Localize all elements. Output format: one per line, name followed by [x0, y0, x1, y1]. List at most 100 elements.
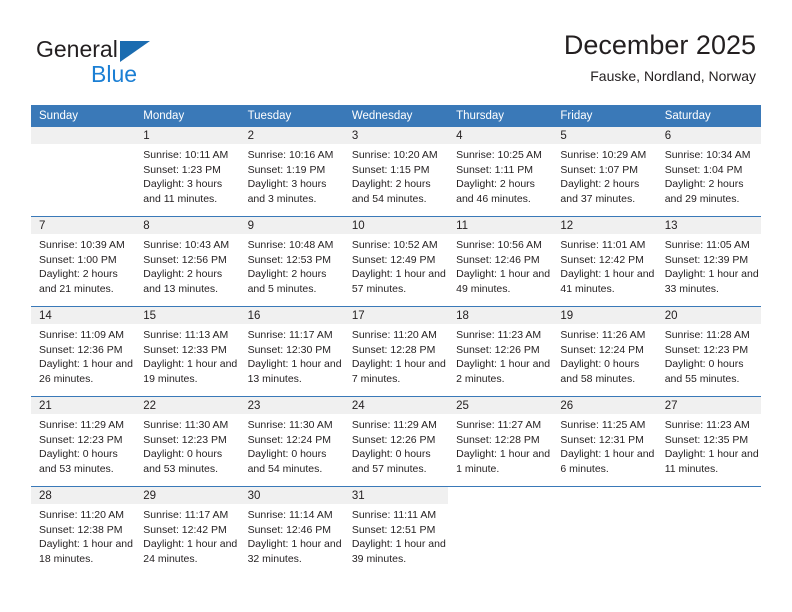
calendar-day-cell[interactable]: 2 Sunrise: 10:16 AM Sunset: 1:19 PM Dayligh…	[239, 127, 344, 217]
day-number	[448, 487, 553, 504]
day-number: 4	[448, 127, 553, 144]
calendar-day-cell[interactable]: 7 Sunrise: 10:39 AM Sunset: 1:00 PM Dayligh…	[31, 216, 136, 307]
day-detail-line: Sunrise: 11:17 AM	[247, 329, 333, 341]
day-detail-line: Sunset: 1:07 PM	[560, 163, 639, 176]
day-number: 1	[135, 127, 240, 144]
day-number: 10	[343, 217, 449, 234]
day-detail-line: Sunset: 12:23 PM	[664, 343, 749, 356]
day-detail-line: Daylight: 1 hour and	[456, 268, 551, 281]
day-cell-inner: 7 Sunrise: 10:39 AM Sunset: 1:00 PM Dayligh…	[31, 217, 136, 306]
day-cell-inner: 19 Sunrise: 11:26 AM Sunset: 12:24 PM Dayli…	[552, 307, 657, 396]
calendar-day-cell[interactable]	[656, 486, 761, 576]
day-detail-line: Sunset: 12:24 PM	[560, 343, 644, 356]
day-cell-inner: 15 Sunrise: 11:13 AM Sunset: 12:33 PM Dayli…	[135, 307, 240, 396]
weekday-header-thursday: Thursday	[448, 105, 553, 127]
day-details: Sunrise: 11:01 AM Sunset: 12:42 PM Dayligh…	[552, 234, 656, 296]
calendar-day-cell[interactable]: 9 Sunrise: 10:48 AM Sunset: 12:53 PM Daylig…	[239, 216, 344, 307]
day-details: Sunrise: 10:56 AM Sunset: 12:46 PM Dayligh…	[448, 234, 552, 296]
day-detail-line: and 57 minutes.	[351, 462, 427, 475]
calendar-day-cell[interactable]: 14 Sunrise: 11:09 AM Sunset: 12:36 PM Dayli…	[31, 306, 136, 397]
calendar-week-row: 14 Sunrise: 11:09 AM Sunset: 12:36 PM Dayli…	[31, 306, 761, 397]
day-details: Sunrise: 10:11 AM Sunset: 1:23 PM Daylight…	[135, 144, 239, 206]
calendar-day-cell[interactable]: 31 Sunrise: 11:11 AM Sunset: 12:51 PM Dayli…	[343, 486, 449, 576]
day-detail-line: Daylight: 1 hour and	[456, 358, 551, 371]
day-number: 18	[448, 307, 553, 324]
day-number: 2	[239, 127, 344, 144]
calendar-day-cell[interactable]: 25 Sunrise: 11:27 AM Sunset: 12:28 PM Dayli…	[448, 396, 553, 487]
day-number	[656, 487, 761, 504]
day-detail-line: 6 minutes.	[560, 462, 609, 475]
day-number: 16	[239, 307, 344, 324]
calendar-day-cell[interactable]: 5 Sunrise: 10:29 AM Sunset: 1:07 PM Dayligh…	[552, 127, 657, 217]
day-cell-inner: 1 Sunrise: 10:11 AM Sunset: 1:23 PM Dayligh…	[135, 127, 240, 216]
calendar-day-cell[interactable]: 21 Sunrise: 11:29 AM Sunset: 12:23 PM Dayli…	[31, 396, 136, 487]
calendar-day-cell[interactable]: 29 Sunrise: 11:17 AM Sunset: 12:42 PM Dayli…	[135, 486, 240, 576]
day-detail-line: Sunrise: 11:26 AM	[560, 329, 646, 341]
calendar-day-cell[interactable]: 6 Sunrise: 10:34 AM Sunset: 1:04 PM Dayligh…	[656, 127, 761, 217]
calendar-day-cell[interactable]: 1 Sunrise: 10:11 AM Sunset: 1:23 PM Dayligh…	[135, 127, 240, 217]
day-detail-line: 26 minutes.	[39, 372, 94, 385]
day-detail-line: and 11 minutes.	[143, 192, 218, 205]
day-detail-line: Sunrise: 11:01 AM	[560, 239, 646, 251]
day-detail-line: Sunrise: 11:25 AM	[560, 419, 646, 431]
calendar-day-cell[interactable]	[448, 486, 553, 576]
weekday-header-sunday: Sunday	[31, 105, 136, 127]
day-detail-line: Sunset: 12:42 PM	[143, 523, 227, 536]
calendar-day-cell[interactable]: 12 Sunrise: 11:01 AM Sunset: 12:42 PM Dayli…	[552, 216, 657, 307]
day-details: Sunrise: 11:09 AM Sunset: 12:36 PM Dayligh…	[31, 324, 135, 386]
day-number: 11	[448, 217, 553, 234]
day-cell-inner: 25 Sunrise: 11:27 AM Sunset: 12:28 PM Dayli…	[448, 397, 553, 486]
calendar-day-cell[interactable]: 17 Sunrise: 11:20 AM Sunset: 12:28 PM Dayli…	[343, 306, 449, 397]
calendar-day-cell[interactable]: 16 Sunrise: 11:17 AM Sunset: 12:30 PM Dayli…	[239, 306, 344, 397]
day-detail-line: Sunset: 1:19 PM	[247, 163, 326, 176]
calendar-day-cell[interactable]: 10 Sunrise: 10:52 AM Sunset: 12:49 PM Dayli…	[343, 216, 449, 307]
day-details: Sunrise: 11:17 AM Sunset: 12:30 PM Dayligh…	[240, 324, 344, 386]
calendar-week-row: 7 Sunrise: 10:39 AM Sunset: 1:00 PM Dayligh…	[31, 216, 761, 307]
calendar-day-cell[interactable]: 3 Sunrise: 10:20 AM Sunset: 1:15 PM Dayligh…	[343, 127, 449, 217]
calendar-week-row: 21 Sunrise: 11:29 AM Sunset: 12:23 PM Dayli…	[31, 396, 761, 487]
day-number: 9	[239, 217, 344, 234]
calendar-day-cell[interactable]	[31, 127, 136, 217]
calendar-day-cell[interactable]: 8 Sunrise: 10:43 AM Sunset: 12:56 PM Daylig…	[135, 216, 240, 307]
calendar-day-cell[interactable]: 20 Sunrise: 11:28 AM Sunset: 12:23 PM Dayli…	[656, 306, 761, 397]
calendar-day-cell[interactable]: 26 Sunrise: 11:25 AM Sunset: 12:31 PM Dayli…	[552, 396, 657, 487]
calendar-day-cell[interactable]: 15 Sunrise: 11:13 AM Sunset: 12:33 PM Dayli…	[135, 306, 240, 397]
calendar-day-cell[interactable]: 18 Sunrise: 11:23 AM Sunset: 12:26 PM Dayli…	[448, 306, 553, 397]
logo-text-blue: Blue	[91, 61, 138, 87]
day-detail-line: 19 minutes.	[143, 372, 198, 385]
day-cell-inner: 27 Sunrise: 11:23 AM Sunset: 12:35 PM Dayli…	[656, 397, 761, 486]
day-detail-line: Sunset: 12:23 PM	[39, 433, 123, 446]
calendar-day-cell[interactable]: 13 Sunrise: 11:05 AM Sunset: 12:39 PM Dayli…	[656, 216, 761, 307]
calendar-day-cell[interactable]: 24 Sunrise: 11:29 AM Sunset: 12:26 PM Dayli…	[343, 396, 449, 487]
calendar-day-cell[interactable]: 23 Sunrise: 11:30 AM Sunset: 12:24 PM Dayli…	[239, 396, 344, 487]
day-details: Sunrise: 11:23 AM Sunset: 12:26 PM Dayligh…	[448, 324, 552, 386]
calendar-day-cell[interactable]: 19 Sunrise: 11:26 AM Sunset: 12:24 PM Dayli…	[552, 306, 657, 397]
day-detail-line: Sunset: 12:56 PM	[143, 253, 227, 266]
day-cell-inner: 29 Sunrise: 11:17 AM Sunset: 12:42 PM Dayli…	[135, 487, 240, 576]
day-number: 21	[31, 397, 136, 414]
calendar-day-cell[interactable]: 11 Sunrise: 10:56 AM Sunset: 12:46 PM Dayli…	[448, 216, 553, 307]
calendar-day-cell[interactable]: 28 Sunrise: 11:20 AM Sunset: 12:38 PM Dayli…	[31, 486, 136, 576]
day-number: 8	[135, 217, 240, 234]
calendar-day-cell[interactable]: 30 Sunrise: 11:14 AM Sunset: 12:46 PM Dayli…	[239, 486, 344, 576]
day-detail-line: Sunset: 1:11 PM	[456, 163, 533, 176]
day-number: 14	[31, 307, 136, 324]
day-detail-line: Sunset: 12:30 PM	[247, 343, 332, 356]
calendar-table: Sunday Monday Tuesday Wednesday Thursday…	[31, 105, 761, 576]
day-detail-line: Sunrise: 11:30 AM	[247, 419, 333, 431]
day-cell-inner: 17 Sunrise: 11:20 AM Sunset: 12:28 PM Dayli…	[343, 307, 449, 396]
day-detail-line: Sunrise: 10:48 AM	[247, 239, 334, 251]
day-detail-line: 24 minutes.	[143, 552, 198, 565]
day-number: 7	[31, 217, 136, 234]
calendar-day-cell[interactable]: 27 Sunrise: 11:23 AM Sunset: 12:35 PM Dayli…	[656, 396, 761, 487]
calendar-day-cell[interactable]: 22 Sunrise: 11:30 AM Sunset: 12:23 PM Dayli…	[135, 396, 240, 487]
day-detail-line: 57 minutes.	[351, 282, 407, 295]
day-detail-line: Daylight: 0 hours	[664, 358, 744, 371]
day-detail-line: Sunset: 12:42 PM	[560, 253, 644, 266]
day-number: 27	[656, 397, 761, 414]
calendar-day-cell[interactable]: 4 Sunrise: 10:25 AM Sunset: 1:11 PM Dayligh…	[448, 127, 553, 217]
day-details: Sunrise: 11:11 AM Sunset: 12:51 PM Dayligh…	[344, 504, 448, 566]
day-detail-line: Sunrise: 10:16 AM	[247, 149, 334, 161]
day-detail-line: Daylight: 3 hours	[143, 178, 223, 191]
calendar-day-cell[interactable]	[552, 486, 657, 576]
